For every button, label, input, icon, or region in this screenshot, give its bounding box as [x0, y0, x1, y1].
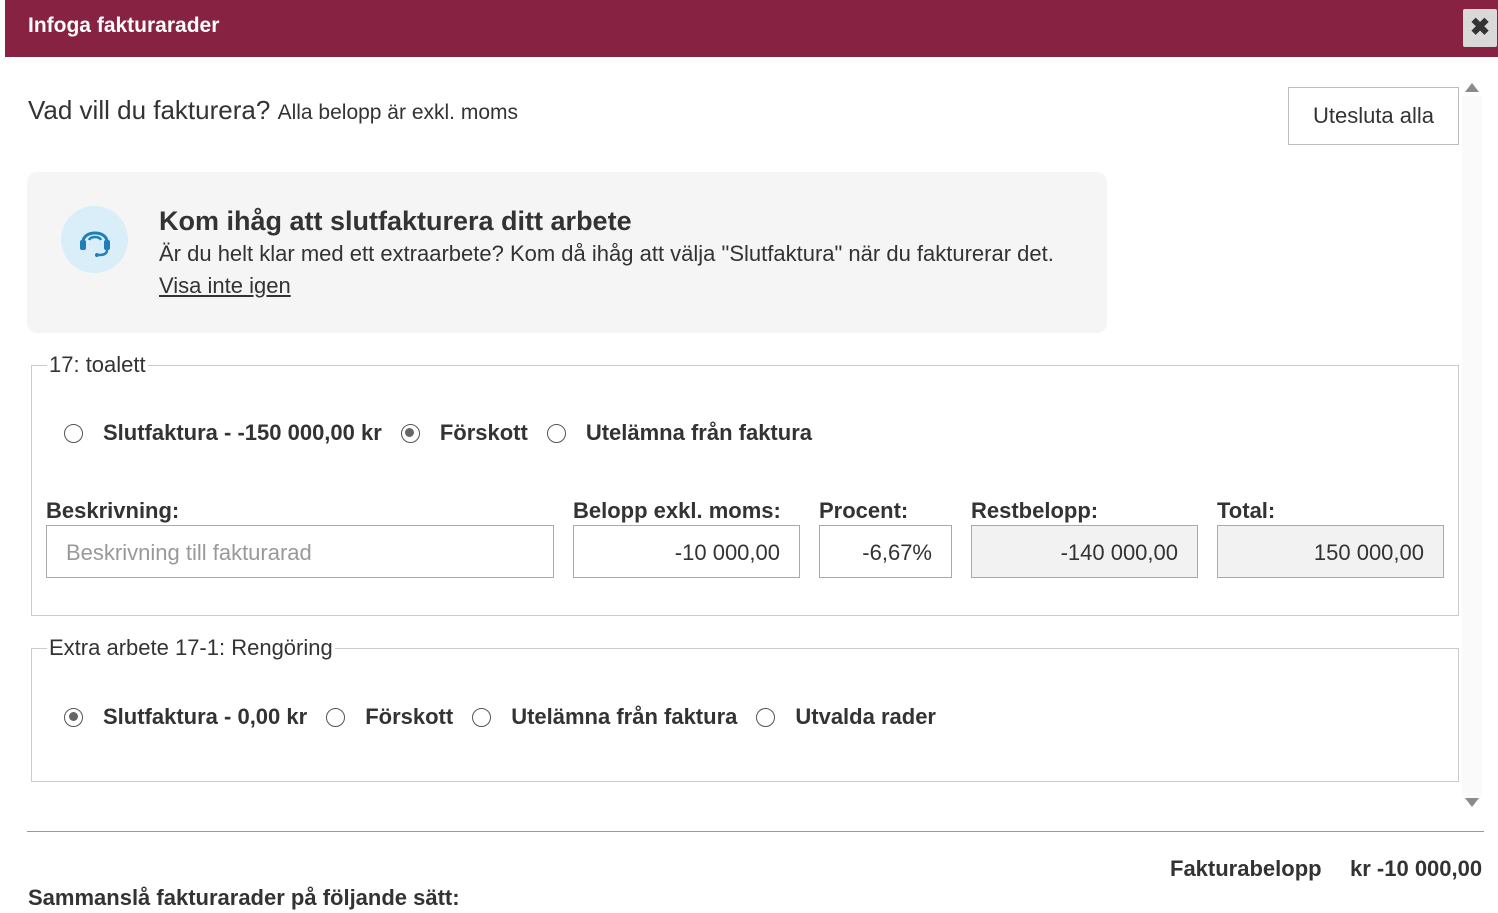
option-final-invoice[interactable]: Slutfaktura - 0,00 kr	[64, 704, 326, 730]
question-text: Vad vill du fakturera?	[28, 95, 271, 125]
invoice-group-toilet: 17: toalett Slutfaktura - -150 000,00 kr…	[31, 352, 1459, 616]
merge-rows-label: Sammanslå fakturarader på följande sätt:	[28, 885, 460, 910]
option-advance[interactable]: Förskott	[400, 420, 547, 446]
amount-input[interactable]: -10 000,00	[573, 525, 800, 578]
option-final-invoice[interactable]: Slutfaktura - -150 000,00 kr	[64, 420, 401, 446]
percent-label: Procent:	[819, 498, 909, 523]
radio-advance[interactable]	[400, 423, 420, 443]
description-input[interactable]: Beskrivning till fakturarad	[46, 525, 554, 578]
radio-selected-rows[interactable]	[756, 707, 776, 727]
total-label: Total:	[1217, 498, 1276, 523]
option-label: Utelämna från faktura	[585, 420, 812, 445]
option-label: Utelämna från faktura	[511, 704, 738, 729]
invoice-question: Vad vill du fakturera? Alla belopp är ex…	[28, 95, 518, 126]
exclude-all-button[interactable]: Utesluta alla	[1288, 87, 1459, 145]
option-label: Förskott	[439, 420, 528, 445]
remaining-label: Restbelopp:	[971, 498, 1099, 523]
scroll-up-icon[interactable]	[1465, 83, 1479, 92]
radio-omit[interactable]	[472, 707, 492, 727]
percent-input[interactable]: -6,67%	[819, 525, 952, 578]
radio-omit[interactable]	[546, 423, 566, 443]
amount-label: Belopp exkl. moms:	[573, 498, 781, 523]
option-label: Utvalda rader	[795, 704, 936, 729]
option-advance[interactable]: Förskott	[326, 704, 472, 730]
radio-final-invoice[interactable]	[64, 707, 83, 727]
invoice-type-options: Slutfaktura - 0,00 kr Förskott Utelämna fr…	[64, 704, 955, 734]
reminder-text: Är du helt klar med ett extraarbete? Kom…	[159, 241, 1054, 266]
footer-divider	[27, 831, 1484, 832]
invoice-type-options: Slutfaktura - -150 000,00 kr Förskott Utel…	[64, 420, 831, 450]
description-label: Beskrivning:	[46, 498, 180, 523]
reminder-title: Kom ihåg att slutfakturera ditt arbete	[159, 206, 632, 236]
remaining-field: -140 000,00	[971, 525, 1198, 578]
dialog-title: Infoga fakturarader	[28, 14, 220, 37]
close-icon[interactable]: ✖	[1463, 9, 1497, 47]
option-omit[interactable]: Utelämna från faktura	[546, 420, 831, 446]
option-label: Slutfaktura - 0,00 kr	[103, 704, 308, 729]
dont-show-again-link[interactable]: Visa inte igen	[159, 273, 291, 299]
option-selected-rows[interactable]: Utvalda rader	[756, 704, 955, 730]
scrollbar-track[interactable]	[1462, 96, 1482, 796]
dialog-titlebar: Infoga fakturarader	[5, 0, 1498, 57]
invoice-group-cleaning: Extra arbete 17-1: Rengöring Slutfaktura…	[31, 635, 1459, 782]
radio-final-invoice[interactable]	[64, 423, 83, 443]
headset-icon	[61, 206, 128, 273]
group-legend: Extra arbete 17-1: Rengöring	[47, 635, 335, 661]
group-legend: 17: toalett	[47, 352, 148, 378]
option-label: Förskott	[365, 704, 454, 729]
option-label: Slutfaktura - -150 000,00 kr	[103, 420, 382, 445]
reminder-box: Kom ihåg att slutfakturera ditt arbete Ä…	[27, 172, 1107, 333]
invoice-amount-value: kr -10 000,00	[1350, 856, 1483, 881]
total-field: 150 000,00	[1217, 525, 1444, 578]
radio-advance[interactable]	[326, 707, 346, 727]
scroll-down-icon[interactable]	[1465, 798, 1479, 807]
invoice-amount-label: Fakturabelopp	[1170, 856, 1322, 881]
vat-note: Alla belopp är exkl. moms	[277, 101, 518, 124]
option-omit[interactable]: Utelämna från faktura	[472, 704, 756, 730]
